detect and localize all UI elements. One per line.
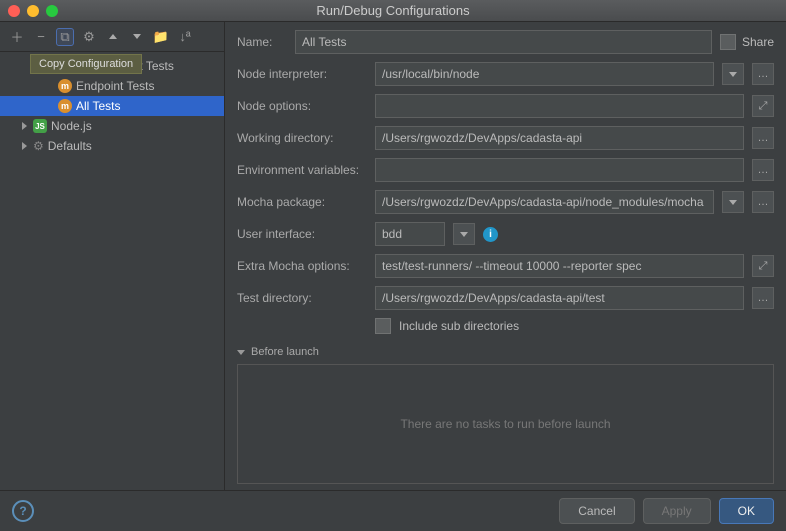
before-launch-toolbar: ＋ − ✎ ▲ ▼ [237,484,774,490]
share-checkbox[interactable] [720,34,736,50]
tree-item-nodejs[interactable]: JS Node.js [0,116,224,136]
extra-options-input[interactable] [375,254,744,278]
tree-item-label: Defaults [48,139,92,153]
sidebar: ＋ − ⧉ ⚙ 📁 ↓ª Copy Configuration m Regula… [0,22,225,490]
config-toolbar: ＋ − ⧉ ⚙ 📁 ↓ª [0,22,224,52]
info-icon[interactable]: i [483,227,498,242]
move-down-icon[interactable] [128,28,146,46]
remove-config-icon[interactable]: − [32,28,50,46]
nodejs-icon: JS [33,119,47,133]
browse-icon[interactable]: … [752,287,774,309]
move-up-icon[interactable] [104,28,122,46]
mocha-pkg-label: Mocha package: [237,195,367,209]
test-dir-input[interactable] [375,286,744,310]
ok-button[interactable]: OK [719,498,774,524]
browse-icon[interactable]: … [752,63,774,85]
expander-icon[interactable] [22,122,27,130]
working-dir-input[interactable] [375,126,744,150]
node-options-input[interactable] [375,94,744,118]
gear-icon: ⚙ [33,139,44,153]
titlebar: Run/Debug Configurations [0,0,786,22]
include-sub-label: Include sub directories [399,319,519,333]
tree-item-endpoint-tests[interactable]: m Endpoint Tests [0,76,224,96]
browse-icon[interactable]: … [752,159,774,181]
add-config-icon[interactable]: ＋ [8,28,26,46]
name-input[interactable] [295,30,712,54]
mocha-icon: m [58,79,72,93]
settings-icon[interactable]: ⚙ [80,28,98,46]
node-options-label: Node options: [237,99,367,113]
cancel-button[interactable]: Cancel [559,498,634,524]
apply-button[interactable]: Apply [643,498,711,524]
window-title: Run/Debug Configurations [0,3,786,18]
folder-icon[interactable]: 📁 [152,28,170,46]
browse-icon[interactable]: … [752,127,774,149]
dropdown-icon[interactable] [722,191,744,213]
env-vars-input[interactable] [375,158,744,182]
mocha-icon: m [58,99,72,113]
sort-icon[interactable]: ↓ª [176,28,194,46]
mocha-pkg-input[interactable] [375,190,714,214]
extra-options-label: Extra Mocha options: [237,259,367,273]
test-dir-label: Test directory: [237,291,367,305]
tree-item-label: Node.js [51,119,92,133]
tooltip-copy-config: Copy Configuration [30,54,142,74]
expand-icon[interactable]: ⤢ [752,255,774,277]
dropdown-icon[interactable] [722,63,744,85]
add-task-icon[interactable]: ＋ [243,488,255,491]
config-form: Name: Share Node interpreter: … Node opt… [225,22,786,490]
browse-icon[interactable]: … [752,191,774,213]
remove-task-icon[interactable]: − [263,489,270,490]
node-interpreter-label: Node interpreter: [237,67,367,81]
tree-item-label: All Tests [76,99,120,113]
tree-item-all-tests[interactable]: m All Tests [0,96,224,116]
expand-icon[interactable]: ⤢ [752,95,774,117]
tree-item-defaults[interactable]: ⚙ Defaults [0,136,224,156]
before-launch-empty-msg: There are no tasks to run before launch [238,365,773,483]
working-dir-label: Working directory: [237,131,367,145]
env-vars-label: Environment variables: [237,163,367,177]
dialog-footer: ? Cancel Apply OK [0,490,786,530]
collapse-icon[interactable] [237,350,245,355]
tree-item-label: Endpoint Tests [76,79,155,93]
config-tree[interactable]: m Regular Unit Tests m Endpoint Tests m … [0,52,224,490]
help-icon[interactable]: ? [12,500,34,522]
copy-config-icon[interactable]: ⧉ [56,28,74,46]
ui-label: User interface: [237,227,367,241]
edit-task-icon[interactable]: ✎ [278,489,288,490]
expander-icon[interactable] [22,142,27,150]
dropdown-icon[interactable] [453,223,475,245]
before-launch-header[interactable]: Before launch [237,346,774,358]
ui-select[interactable] [375,222,445,246]
before-launch-panel: There are no tasks to run before launch [237,364,774,484]
include-sub-checkbox[interactable] [375,318,391,334]
name-label: Name: [237,35,287,49]
move-down-task-icon[interactable]: ▼ [316,489,328,490]
move-up-task-icon[interactable]: ▲ [296,489,308,490]
share-label: Share [742,35,774,49]
node-interpreter-input[interactable] [375,62,714,86]
